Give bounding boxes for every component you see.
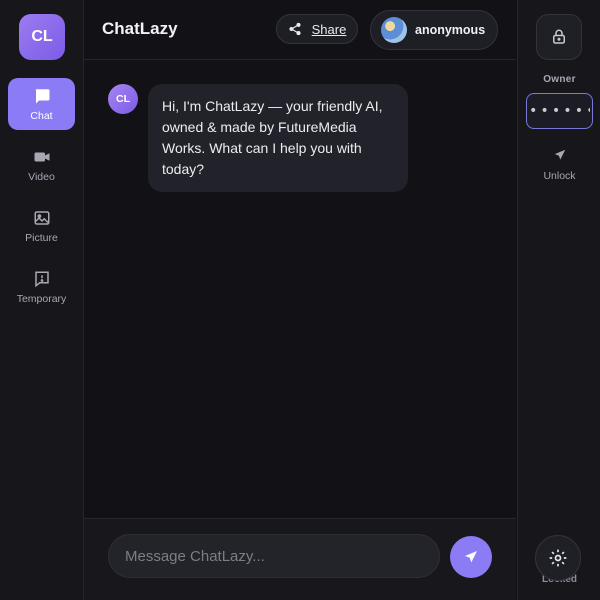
assistant-avatar: CL	[108, 84, 138, 114]
sidebar-item-chat[interactable]: Chat	[8, 78, 75, 130]
app-logo[interactable]: CL	[19, 14, 65, 60]
video-icon	[34, 152, 49, 162]
settings-button[interactable]	[535, 535, 581, 581]
unlock-button[interactable]: Unlock	[534, 148, 585, 188]
app-root: CL Chat Video Picture Temporary ChatLazy…	[0, 0, 600, 600]
chat-bubble-icon	[35, 89, 49, 104]
sidebar-item-picture[interactable]: Picture	[8, 200, 75, 252]
unlock-label: Unlock	[543, 170, 576, 182]
right-sidebar: Owner Unlock Locked	[517, 0, 600, 600]
lock-button[interactable]	[536, 14, 582, 60]
message-input[interactable]	[108, 534, 440, 578]
lock-icon	[553, 29, 565, 44]
image-icon	[34, 211, 49, 225]
share-icon	[289, 22, 301, 36]
user-name: anonymous	[415, 23, 486, 37]
avatar	[381, 17, 407, 43]
main-panel: ChatLazy Share anonymous CL Hi, I'm Chat…	[84, 0, 516, 600]
page-title: ChatLazy	[102, 19, 178, 38]
sidebar-item-temporary[interactable]: Temporary	[8, 261, 75, 313]
sidebar-item-label: Video	[28, 170, 55, 183]
gear-icon	[549, 549, 567, 567]
assistant-message: Hi, I'm ChatLazy — your friendly AI, own…	[148, 84, 408, 192]
sidebar-item-label: Chat	[30, 109, 53, 122]
owner-password-field[interactable]	[526, 93, 593, 129]
header: ChatLazy Share anonymous	[84, 0, 516, 60]
owner-label: Owner	[543, 74, 576, 85]
alert-icon	[34, 271, 49, 288]
send-arrow-icon	[554, 149, 565, 160]
user-menu[interactable]: anonymous	[370, 10, 498, 50]
sidebar-item-label: Temporary	[16, 292, 67, 305]
share-button[interactable]: Share	[276, 14, 358, 44]
composer	[84, 518, 516, 600]
share-label: Share	[311, 21, 347, 37]
left-sidebar: CL Chat Video Picture Temporary	[0, 0, 84, 600]
send-icon	[465, 551, 477, 563]
sidebar-item-label: Picture	[25, 231, 58, 244]
sidebar-item-video[interactable]: Video	[8, 139, 75, 191]
send-button[interactable]	[450, 536, 492, 578]
